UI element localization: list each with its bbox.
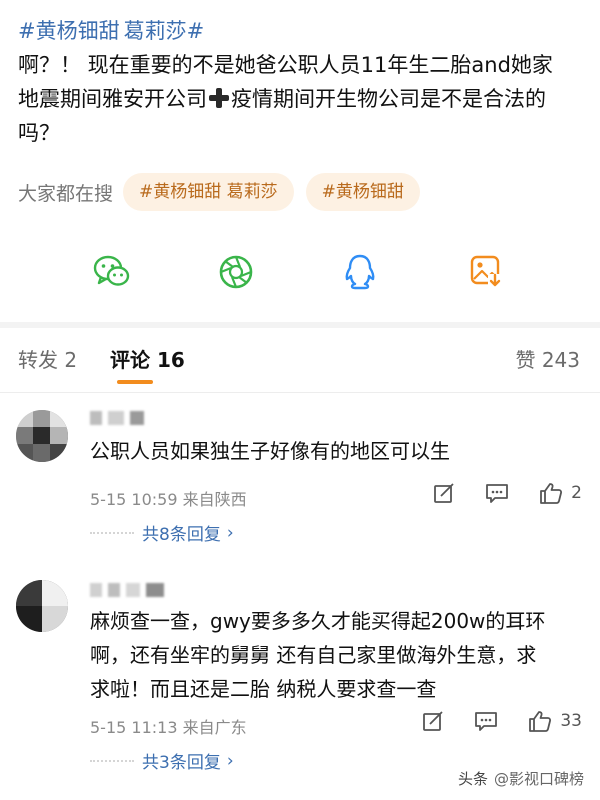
comment-text-line-3: 求啦！而且还是二胎 纳税人要求查一查 — [90, 677, 437, 701]
save-image-button[interactable] — [466, 252, 506, 292]
moments-share-button[interactable] — [216, 252, 256, 292]
reply-comment-button[interactable] — [485, 482, 509, 504]
chevron-right-icon: › — [226, 750, 234, 771]
comment-actions: 2 — [403, 482, 582, 504]
replies-count-link[interactable]: 共3条回复 — [142, 748, 221, 773]
thumbs-up-icon — [529, 711, 552, 732]
watermark-account: @影视口碑榜 — [493, 770, 584, 788]
comment-text-line-2: 啊，还有坐牢的舅舅 还有自己家里做海外生意，求 — [90, 643, 537, 667]
wechat-icon — [93, 255, 130, 286]
post-line-2a: 地震期间雅安开公司 — [18, 87, 207, 111]
section-divider — [0, 322, 600, 328]
trending-search-label: 大家都在搜 — [18, 182, 114, 205]
source-watermark: 头条 @影视口碑榜 — [458, 768, 584, 789]
comment-text: 麻烦查一查，gwy要多多久才能买得起200w的耳环 啊，还有坐牢的舅舅 还有自己… — [90, 604, 590, 706]
tab-comments[interactable]: 评论 16 — [110, 344, 185, 373]
tab-repost[interactable]: 转发 2 — [18, 344, 77, 373]
trending-chip-1[interactable]: #黄杨钿甜 葛莉莎 — [123, 173, 294, 211]
moments-icon — [219, 255, 253, 289]
share-row — [0, 252, 600, 296]
view-replies[interactable]: 共8条回复 › — [90, 520, 234, 545]
post-line-2: 地震期间雅安开公司 疫情期间开生物公司是不是合法的 — [18, 82, 584, 116]
post: #黄杨钿甜 葛莉莎# 啊？！ 现在重要的不是她爸公职人员11年生二胎and她家 地… — [18, 14, 584, 150]
reply-dots — [90, 531, 134, 534]
username-redacted[interactable] — [90, 408, 144, 428]
view-replies[interactable]: 共3条回复 › — [90, 748, 234, 773]
post-hashtags[interactable]: #黄杨钿甜 葛莉莎# — [18, 14, 584, 48]
share-comment-button[interactable] — [433, 482, 455, 504]
reply-comment-button[interactable] — [474, 710, 498, 732]
avatar[interactable] — [16, 410, 68, 462]
save-image-icon — [470, 255, 502, 288]
like-count: 2 — [571, 483, 582, 503]
avatar[interactable] — [16, 580, 68, 632]
like-comment-button[interactable]: 2 — [539, 482, 582, 504]
plus-emoji-icon — [209, 88, 229, 108]
avatar-mosaic — [16, 580, 68, 632]
comment-text: 公职人员如果独生子好像有的地区可以生 — [90, 439, 450, 463]
tabs-divider — [0, 392, 600, 393]
reply-dots — [90, 759, 134, 762]
comment-actions: 33 — [392, 710, 582, 732]
comment-meta: 5-15 11:13 来自广东 — [90, 718, 247, 737]
avatar-mosaic — [16, 410, 68, 462]
qq-icon — [345, 254, 375, 290]
watermark-brand: 头条 — [457, 770, 488, 788]
share-comment-button[interactable] — [422, 710, 444, 732]
post-line-1: 啊？！ 现在重要的不是她爸公职人员11年生二胎and她家 — [18, 53, 553, 77]
reply-icon — [486, 484, 509, 503]
username-redacted[interactable] — [90, 580, 164, 600]
like-comment-button[interactable]: 33 — [528, 710, 582, 732]
hashtag-1[interactable]: #黄杨钿甜 — [18, 19, 120, 43]
post-line-2b: 疫情期间开生物公司是不是合法的 — [231, 87, 546, 111]
replies-count-link[interactable]: 共8条回复 — [142, 520, 221, 545]
post-text: 啊？！ 现在重要的不是她爸公职人员11年生二胎and她家 地震期间雅安开公司 疫情… — [18, 48, 584, 150]
hashtag-2[interactable]: 葛莉莎# — [124, 19, 205, 43]
like-count: 33 — [560, 711, 582, 731]
comment-text-line-1: 麻烦查一查，gwy要多多久才能买得起200w的耳环 — [90, 609, 546, 633]
wechat-share-button[interactable] — [92, 252, 132, 292]
tab-likes[interactable]: 赞 243 — [515, 344, 580, 373]
thumbs-up-icon — [540, 483, 563, 504]
reply-icon — [475, 712, 498, 731]
comment-meta: 5-15 10:59 来自陕西 — [90, 490, 247, 509]
share-icon — [434, 483, 454, 503]
tab-bar: 转发 2 评论 16 赞 243 — [0, 340, 600, 384]
post-line-3: 吗？ — [18, 121, 60, 145]
chevron-right-icon: › — [226, 522, 234, 543]
qq-share-button[interactable] — [340, 252, 380, 292]
trending-chip-2[interactable]: #黄杨钿甜 — [305, 173, 420, 211]
active-tab-indicator — [117, 380, 153, 384]
trending-search-row: 大家都在搜 #黄杨钿甜 葛莉莎 #黄杨钿甜 — [18, 172, 432, 212]
share-icon — [423, 711, 443, 731]
